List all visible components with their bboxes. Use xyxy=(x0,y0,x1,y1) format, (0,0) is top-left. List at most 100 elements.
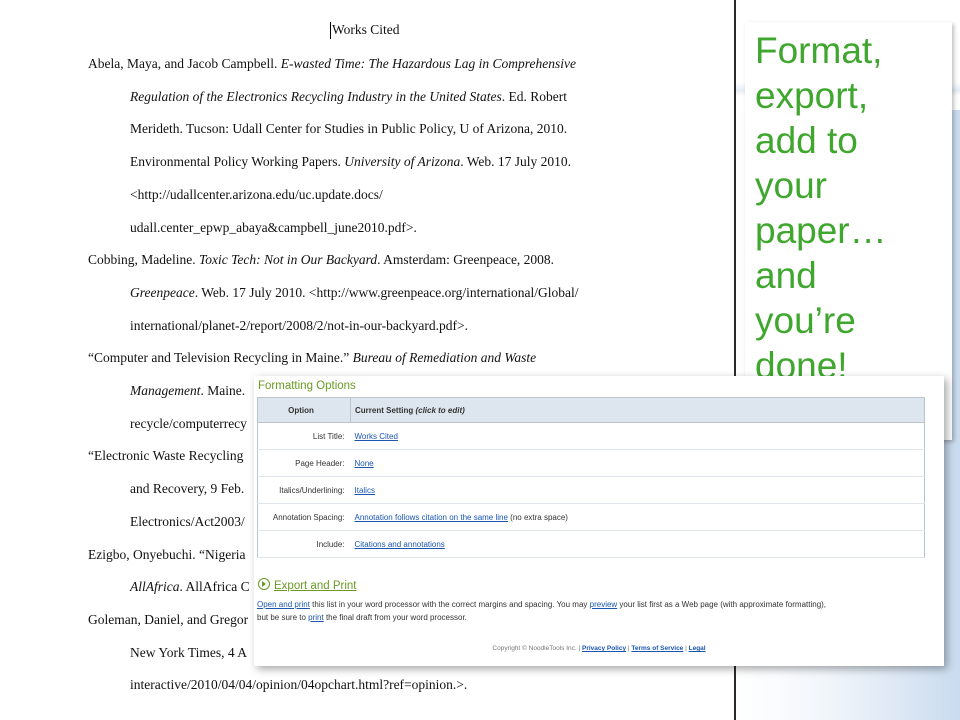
citation-text: . Web. 17 July 2010. xyxy=(460,154,572,169)
citation-text: Toxic Tech: Not in Our Backyard xyxy=(199,252,378,267)
citation-text: AllAfrica xyxy=(130,579,180,594)
current-setting-column-header: Current Setting (click to edit) xyxy=(350,397,925,423)
callout-line: Format, xyxy=(755,30,883,71)
citation-text: Greenpeace xyxy=(130,285,195,300)
preview-link[interactable]: preview xyxy=(590,600,618,609)
legal-link[interactable]: Legal xyxy=(689,645,706,652)
setting-value-link[interactable]: Works Cited xyxy=(355,432,398,441)
current-setting-cell: Annotation follows citation on the same … xyxy=(350,503,925,531)
citation-first-line: Abela, Maya, and Jacob Campbell. E-waste… xyxy=(88,56,576,72)
citation-continuation-line: international/planet-2/report/2008/2/not… xyxy=(130,318,468,334)
citation-text: international/planet-2/report/2008/2/not… xyxy=(130,318,468,333)
current-setting-label: Current Setting xyxy=(355,405,416,415)
callout-line: export, xyxy=(755,75,869,116)
citation-text: New York Times, 4 A xyxy=(130,645,248,660)
citation-text: E-wasted Time: The Hazardous Lag in Comp… xyxy=(280,56,576,71)
citation-first-line: “Computer and Television Recycling in Ma… xyxy=(88,350,536,366)
export-and-print-section[interactable]: Export and Print xyxy=(258,577,356,592)
setting-value-link[interactable]: Annotation follows citation on the same … xyxy=(355,513,508,522)
citation-text: Cobbing, Madeline. xyxy=(88,252,199,267)
citation-continuation-line: Regulation of the Electronics Recycling … xyxy=(130,89,567,105)
citation-continuation-line: udall.center_epwp_abaya&campbell_june201… xyxy=(130,220,417,236)
citation-text: “Computer and Television Recycling in Ma… xyxy=(88,350,353,365)
export-text-3: but be sure to xyxy=(257,613,309,622)
citation-text: Environmental Policy Working Papers. xyxy=(130,154,345,169)
current-setting-cell: Citations and annotations xyxy=(350,530,925,558)
terms-of-service-link[interactable]: Terms of Service xyxy=(631,645,683,652)
option-label: Annotation Spacing: xyxy=(257,503,351,531)
citation-continuation-line: and Recovery, 9 Feb. xyxy=(130,481,244,497)
callout-line: and xyxy=(755,255,817,296)
export-instructions: Open and print this list in your word pr… xyxy=(257,598,937,624)
citation-text: Electronics/Act2003/ xyxy=(130,514,245,529)
option-column-header: Option xyxy=(257,397,351,423)
citation-continuation-line: interactive/2010/04/04/opinion/04opchart… xyxy=(130,677,467,693)
formatting-options-table: Option Current Setting (click to edit) L… xyxy=(257,397,925,558)
option-label: List Title: xyxy=(257,422,351,450)
citation-continuation-line: recycle/computerrecy xyxy=(130,416,247,432)
citation-text: and Recovery, 9 Feb. xyxy=(130,481,245,496)
setting-value-link[interactable]: None xyxy=(355,459,374,468)
citation-text: recycle/computerrecy xyxy=(130,416,247,431)
click-to-edit-hint: (click to edit) xyxy=(415,405,465,415)
copyright-text: Copyright © NoodleTools Inc. | xyxy=(492,645,582,652)
option-row: Include: Citations and annotations xyxy=(257,530,925,558)
formatting-panel: Formatting Options Option Current Settin… xyxy=(254,376,944,666)
play-arrow-icon xyxy=(258,578,270,590)
document-title: Works Cited xyxy=(332,22,400,37)
callout-text: Format, export, add to your paper… and you’re d… xyxy=(755,28,950,388)
citation-text: Goleman, Daniel, and Gregor xyxy=(88,612,249,627)
citation-continuation-line: New York Times, 4 A xyxy=(130,645,247,661)
citation-text: udall.center_epwp_abaya&campbell_june201… xyxy=(130,220,417,235)
options-rows: List Title: Works Cited Page Header: None It… xyxy=(257,422,925,558)
citation-text: . Web. 17 July 2010. <http://www.greenpe… xyxy=(194,285,579,300)
export-text-4: the final draft from your word processor… xyxy=(323,613,467,622)
callout-line: you’re xyxy=(755,300,856,341)
setting-value-link[interactable]: Italics xyxy=(355,486,375,495)
current-setting-cell: Works Cited xyxy=(350,422,925,450)
citation-text: . Ed. Robert xyxy=(501,89,568,104)
open-and-print-link[interactable]: Open and print xyxy=(257,600,310,609)
citation-text: “Electronic Waste Recycling xyxy=(88,448,244,463)
citation-text: Ezigbo, Onyebuchi. “Nigeria xyxy=(88,547,246,562)
citation-text: Management xyxy=(130,383,201,398)
citation-text: Merideth. Tucson: Udall Center for Studi… xyxy=(130,121,568,136)
citation-text: Regulation of the Electronics Recycling … xyxy=(130,89,502,104)
citation-first-line: Cobbing, Madeline. Toxic Tech: Not in Ou… xyxy=(88,252,554,268)
citation-text: University of Arizona xyxy=(344,154,461,169)
formatting-options-heading: Formatting Options xyxy=(258,380,356,392)
citation-text: interactive/2010/04/04/opinion/04opchart… xyxy=(130,677,468,692)
option-label: Page Header: xyxy=(257,449,351,477)
citation-continuation-line: Environmental Policy Working Papers. Uni… xyxy=(130,154,571,170)
export-and-print-link[interactable]: Export and Print xyxy=(274,580,356,592)
citation-continuation-line: Electronics/Act2003/ xyxy=(130,514,245,530)
table-header-row: Option Current Setting (click to edit) xyxy=(257,397,925,423)
option-label: Italics/Underlining: xyxy=(257,476,351,504)
current-setting-cell: None xyxy=(350,449,925,477)
option-row: Italics/Underlining: Italics xyxy=(257,476,925,504)
citation-text: . Maine. xyxy=(200,383,246,398)
option-row: List Title: Works Cited xyxy=(257,422,925,450)
citation-continuation-line: Greenpeace. Web. 17 July 2010. <http://w… xyxy=(130,285,579,301)
citation-text: Bureau of Remediation and Waste xyxy=(352,350,537,365)
citation-continuation-line: <http://udallcenter.arizona.edu/uc.updat… xyxy=(130,187,383,203)
option-row: Page Header: None xyxy=(257,449,925,477)
citation-text: . AllAfrica C xyxy=(179,579,250,594)
option-row: Annotation Spacing: Annotation follows ci… xyxy=(257,503,925,531)
citation-continuation-line: Management. Maine. xyxy=(130,383,245,399)
citation-first-line: “Electronic Waste Recycling xyxy=(88,448,243,464)
citation-continuation-line: Merideth. Tucson: Udall Center for Studi… xyxy=(130,121,567,137)
callout-line: your xyxy=(755,165,827,206)
print-link[interactable]: print xyxy=(308,613,324,622)
current-setting-cell: Italics xyxy=(350,476,925,504)
citation-first-line: Ezigbo, Onyebuchi. “Nigeria xyxy=(88,547,245,563)
citation-continuation-line: AllAfrica. AllAfrica C xyxy=(130,579,250,595)
citation-text: Abela, Maya, and Jacob Campbell. xyxy=(88,56,281,71)
callout-line: paper… xyxy=(755,210,887,251)
setting-value-link[interactable]: Citations and annotations xyxy=(355,540,445,549)
citation-text: <http://udallcenter.arizona.edu/uc.updat… xyxy=(130,187,383,202)
callout-line: add to xyxy=(755,120,858,161)
privacy-policy-link[interactable]: Privacy Policy xyxy=(582,645,626,652)
citation-text: . Amsterdam: Greenpeace, 2008. xyxy=(377,252,555,267)
option-label: Include: xyxy=(257,530,351,558)
